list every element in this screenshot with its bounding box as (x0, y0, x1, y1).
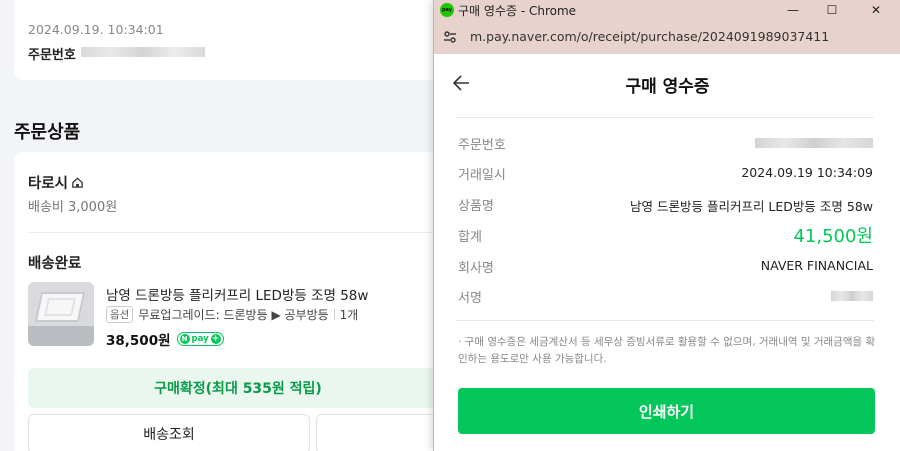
order-number-label: 주문번호 (28, 48, 76, 63)
company-label: 회사명 (458, 261, 494, 276)
product-thumbnail[interactable] (28, 282, 94, 346)
option-text: 무료업그레이드: 드론방등 ▶ 공부방등 (138, 308, 329, 322)
datetime-value: 2024.09.19 10:34:09 (741, 165, 873, 180)
track-delivery-button[interactable]: 배송조회 (28, 414, 310, 451)
product-name[interactable]: 남영 드론방등 플리커프리 LED방등 조명 58w (106, 284, 368, 304)
order-number-redacted (81, 47, 205, 57)
product-card: 타로시 배송비 3,000원 배송완료 남영 드론방등 플리커프리 LED방등 … (14, 152, 456, 451)
signature-label: 서명 (458, 291, 482, 306)
company-value: NAVER FINANCIAL (760, 258, 873, 273)
window-title: 구매 영수증 - Chrome (458, 4, 577, 18)
close-window-button[interactable]: ✕ (858, 0, 894, 20)
address-bar[interactable]: m.pay.naver.com/o/receipt/purchase/20240… (434, 20, 900, 54)
npay-badge-text: pay (191, 334, 209, 344)
home-icon (72, 177, 83, 188)
window-titlebar[interactable]: pay 구매 영수증 - Chrome — ☐ ✕ (434, 0, 900, 20)
product-label: 상품명 (458, 199, 494, 214)
total-label: 합계 (458, 230, 482, 245)
order-info-card: 2024.09.19. 10:34:01 주문번호 (14, 0, 444, 80)
option-tag: 옵션 (106, 306, 134, 323)
plus-icon: + (210, 333, 221, 344)
receipt-popup-window: pay 구매 영수증 - Chrome — ☐ ✕ m.pay.naver.co… (433, 0, 900, 451)
total-amount: 41,500원 (793, 226, 873, 247)
header-divider (456, 117, 874, 118)
receipt-title: 구매 영수증 (625, 77, 710, 97)
print-button[interactable]: 인쇄하기 (458, 388, 875, 434)
pay-favicon-icon: pay (440, 3, 454, 17)
datetime-label: 거래일시 (458, 168, 506, 183)
npay-badge: N pay + (176, 332, 224, 346)
signature-redacted (831, 291, 873, 301)
order-number-label: 주문번호 (458, 138, 506, 153)
receipt-header: 구매 영수증 (434, 54, 900, 116)
order-date: 2024.09.19. 10:34:01 (28, 22, 164, 37)
confirm-purchase-button[interactable]: 구매확정(최대 535원 적립) (28, 368, 448, 408)
site-info-icon[interactable] (442, 29, 458, 45)
quantity: 1개 (339, 308, 359, 322)
product-option: 옵션 무료업그레이드: 드론방등 ▶ 공부방등 1개 (106, 306, 358, 323)
store-name: 타로시 (28, 176, 69, 192)
notice-divider (456, 320, 874, 321)
shipping-fee: 배송비 3,000원 (28, 200, 118, 215)
store-link[interactable]: 타로시 (28, 172, 84, 193)
option-separator (333, 309, 335, 320)
product-value: 남영 드론방등 플리커프리 LED방등 조명 58w (630, 199, 873, 214)
lamp-image-base (28, 326, 94, 346)
lamp-image-inner (44, 298, 76, 316)
price-row: 38,500원 N pay + (106, 329, 224, 349)
shipping-status: 배송완료 (28, 256, 82, 272)
divider (28, 232, 444, 233)
section-title: 주문상품 (14, 122, 81, 143)
product-price: 38,500원 (106, 333, 171, 349)
minimize-button[interactable]: — (775, 0, 811, 20)
naver-n-icon: N (179, 334, 190, 344)
order-number-redacted (755, 138, 873, 148)
url-text[interactable]: m.pay.naver.com/o/receipt/purchase/20240… (470, 29, 829, 44)
receipt-notice: · 구매 영수증은 세금계산서 등 세무상 증빙서류로 활용할 수 없으며, 거… (458, 336, 876, 365)
maximize-button[interactable]: ☐ (814, 0, 850, 20)
